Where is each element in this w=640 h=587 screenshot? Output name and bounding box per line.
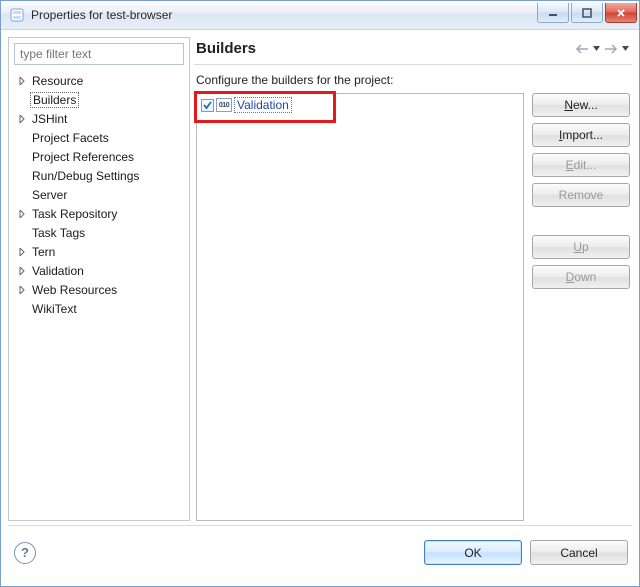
- tree-item[interactable]: Web Resources: [9, 280, 189, 299]
- up-button[interactable]: Up: [532, 235, 630, 259]
- nav-back-icon[interactable]: [574, 43, 590, 55]
- tree-item-label: Task Repository: [30, 207, 119, 221]
- tree-item[interactable]: Validation: [9, 261, 189, 280]
- tree-item-label: Validation: [30, 264, 86, 278]
- category-tree[interactable]: Resource Builders JSHint Project Facets Proj…: [9, 69, 189, 520]
- builders-area: 010Validation New... Import... Edit... R…: [194, 93, 632, 521]
- tree-item[interactable]: JSHint: [9, 109, 189, 128]
- tree-item-label: Resource: [30, 74, 85, 88]
- page-panel: Builders: [194, 37, 632, 521]
- close-button[interactable]: [605, 3, 637, 23]
- cancel-button[interactable]: Cancel: [530, 540, 628, 565]
- tree-item[interactable]: Task Repository: [9, 204, 189, 223]
- expand-icon[interactable]: [16, 265, 28, 277]
- category-panel: Resource Builders JSHint Project Facets Proj…: [8, 37, 190, 521]
- maximize-button[interactable]: [571, 3, 603, 23]
- tree-item[interactable]: WikiText: [9, 299, 189, 318]
- minimize-button[interactable]: [537, 3, 569, 23]
- window-title: Properties for test-browser: [31, 8, 535, 22]
- tree-item-label: Builders: [30, 92, 79, 108]
- tree-item-label: WikiText: [30, 302, 79, 316]
- tree-item-label: Tern: [30, 245, 57, 259]
- tree-item[interactable]: Resource: [9, 71, 189, 90]
- expand-icon[interactable]: [16, 75, 28, 87]
- tree-item-label: Server: [30, 188, 69, 202]
- tree-item-label: Task Tags: [30, 226, 87, 240]
- edit-button[interactable]: Edit...: [532, 153, 630, 177]
- filter-input[interactable]: [14, 43, 184, 65]
- dialog-button-bar: ? OK Cancel: [8, 525, 632, 571]
- page-header: Builders: [194, 37, 632, 65]
- expand-icon[interactable]: [16, 113, 28, 125]
- nav-forward-icon[interactable]: [603, 43, 619, 55]
- tree-item[interactable]: Project Facets: [9, 128, 189, 147]
- expand-icon[interactable]: [16, 246, 28, 258]
- ok-button[interactable]: OK: [424, 540, 522, 565]
- builder-checkbox[interactable]: [201, 99, 214, 112]
- tree-item-label: JSHint: [30, 112, 69, 126]
- import-button[interactable]: Import...: [532, 123, 630, 147]
- page-nav: [574, 43, 630, 55]
- page-description: Configure the builders for the project:: [196, 73, 630, 87]
- help-button[interactable]: ?: [14, 542, 36, 564]
- window-controls: [535, 3, 639, 23]
- tree-item-label: Run/Debug Settings: [30, 169, 141, 183]
- tree-item-label: Web Resources: [30, 283, 119, 297]
- tree-item[interactable]: Tern: [9, 242, 189, 261]
- remove-button[interactable]: Remove: [532, 183, 630, 207]
- properties-dialog: Properties for test-browser Resource Buil…: [0, 0, 640, 587]
- chevron-down-icon[interactable]: [621, 45, 630, 53]
- tree-item-label: Project References: [30, 150, 136, 164]
- client-area: Resource Builders JSHint Project Facets Proj…: [1, 30, 639, 586]
- tree-item-label: Project Facets: [30, 131, 111, 145]
- expand-icon[interactable]: [16, 284, 28, 296]
- tree-item[interactable]: Builders: [9, 90, 189, 109]
- builder-buttons: New... Import... Edit... Remove: [532, 93, 630, 521]
- expand-icon[interactable]: [16, 208, 28, 220]
- builder-icon: 010: [216, 98, 232, 112]
- tree-item[interactable]: Server: [9, 185, 189, 204]
- app-icon: [9, 7, 25, 23]
- builders-list[interactable]: 010Validation: [196, 93, 524, 521]
- titlebar: Properties for test-browser: [1, 0, 639, 30]
- down-button[interactable]: Down: [532, 265, 630, 289]
- page-title: Builders: [196, 40, 574, 57]
- filter-container: [14, 43, 184, 65]
- chevron-down-icon[interactable]: [592, 45, 601, 53]
- tree-item[interactable]: Run/Debug Settings: [9, 166, 189, 185]
- spacer: [532, 213, 630, 229]
- tree-item[interactable]: Project References: [9, 147, 189, 166]
- builder-row[interactable]: 010Validation: [199, 96, 521, 114]
- builder-label: Validation: [234, 97, 292, 113]
- tree-item[interactable]: Task Tags: [9, 223, 189, 242]
- new-button[interactable]: New...: [532, 93, 630, 117]
